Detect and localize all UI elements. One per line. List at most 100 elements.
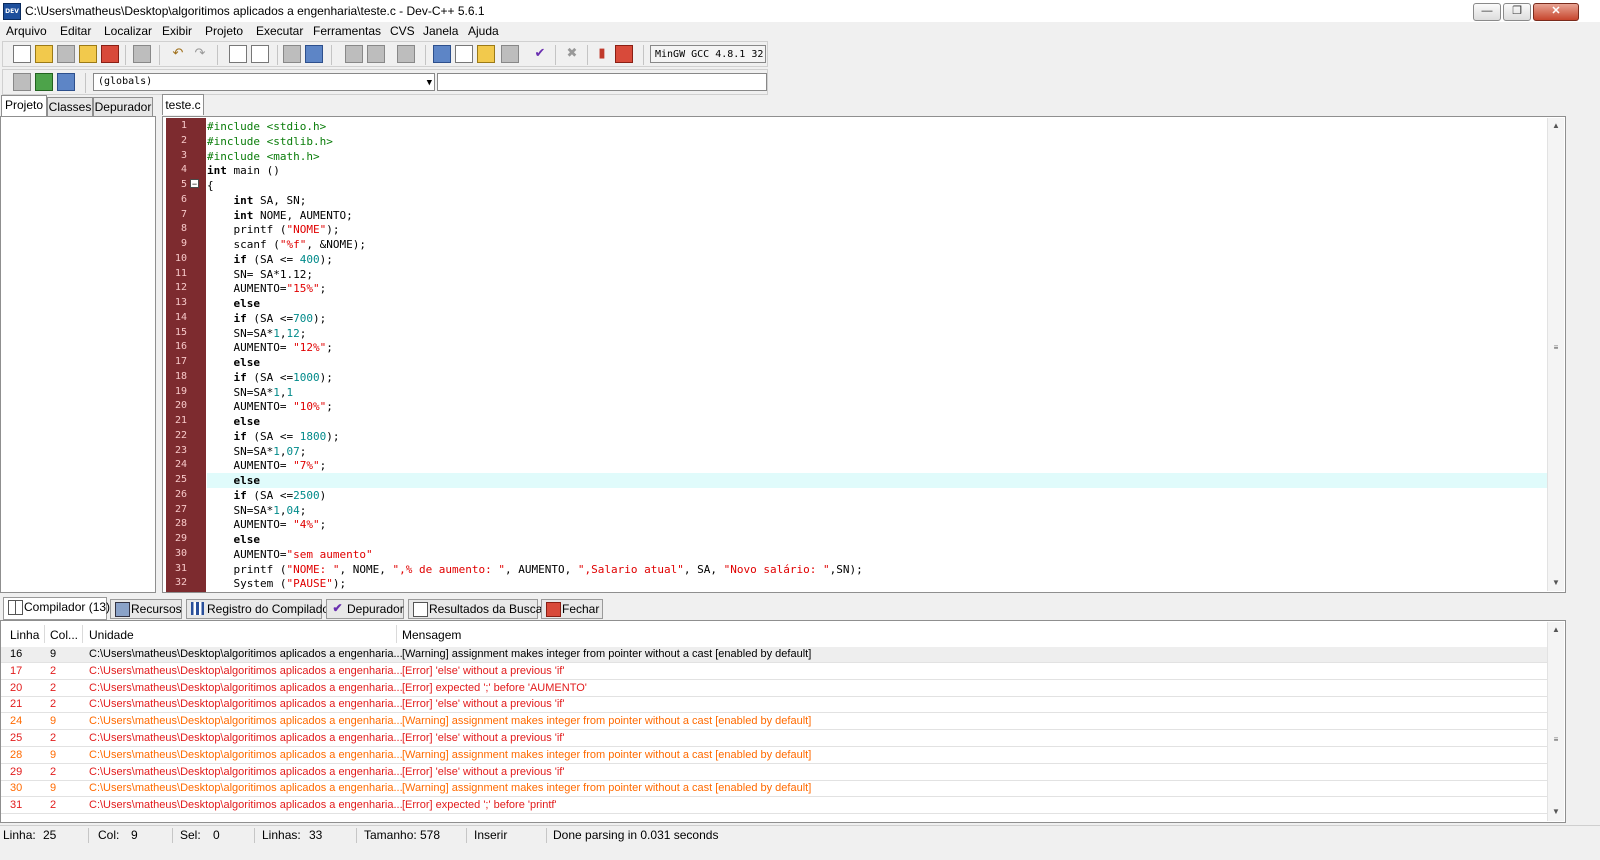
code-line[interactable]: SN= SA*1.12; (207, 267, 1547, 282)
menu-editar[interactable]: Editar (60, 24, 91, 38)
column-header-unidade[interactable]: Unidade (89, 628, 134, 642)
code-line[interactable]: int main () (207, 163, 1547, 178)
code-line[interactable]: else (207, 414, 1547, 429)
editor-scrollbar[interactable]: ▲ ≡ ▼ (1547, 118, 1564, 591)
bookmark-icon[interactable] (397, 45, 415, 63)
code-line[interactable]: AUMENTO= "10%"; (207, 399, 1547, 414)
scroll-up-icon[interactable]: ▲ (1548, 622, 1564, 638)
run-icon[interactable] (455, 45, 473, 63)
code-line[interactable]: SN=SA*1,12; (207, 326, 1547, 341)
indent-icon[interactable] (305, 45, 323, 63)
column-header-col[interactable]: Col... (50, 628, 78, 642)
chart-icon[interactable]: ▮ (593, 45, 611, 63)
code-line[interactable]: SN=SA*1,04; (207, 503, 1547, 518)
table-row[interactable]: 25 2 C:\Users\matheus\Desktop\algoritimos … (1, 731, 1549, 747)
code-text-area[interactable]: #include <stdio.h> #include <stdlib.h> #in… (207, 117, 1547, 592)
tab-fechar[interactable]: Fechar (541, 599, 603, 619)
code-line[interactable]: SN=SA*1,1 (207, 385, 1547, 400)
open-file-icon[interactable] (35, 45, 53, 63)
menu-projeto[interactable]: Projeto (205, 24, 243, 38)
code-line[interactable]: AUMENTO="sem aumento" (207, 547, 1547, 562)
back-icon[interactable] (345, 45, 363, 63)
scroll-down-icon[interactable]: ▼ (1548, 575, 1564, 591)
table-row[interactable]: 31 2 C:\Users\matheus\Desktop\algoritimos … (1, 798, 1549, 815)
fold-toggle-icon[interactable]: − (190, 179, 199, 189)
compile-run-icon[interactable] (477, 45, 495, 63)
menu-janela[interactable]: Janela (423, 24, 458, 38)
code-editor[interactable]: − 1 2 3 4 5 6 7 8 9 10 11 12 13 14 15 16 17 18 19 20 21 22 23 2… (162, 116, 1566, 593)
tab-registro-compilador[interactable]: Registro do Compilador (186, 599, 333, 619)
new-project-icon[interactable] (13, 73, 31, 91)
code-line[interactable]: int NOME, AUMENTO; (207, 208, 1547, 223)
code-line[interactable]: if (SA <=2500) (207, 488, 1547, 503)
tab-depurador-bottom[interactable]: ✔ Depurador (326, 599, 404, 619)
table-row[interactable]: 17 2 C:\Users\matheus\Desktop\algoritimos … (1, 664, 1549, 680)
code-line[interactable]: scanf ("%f", &NOME); (207, 237, 1547, 252)
scroll-thumb-icon[interactable]: ≡ (1548, 340, 1564, 356)
code-line[interactable]: else (207, 532, 1547, 547)
forward-icon[interactable] (367, 45, 385, 63)
menu-ajuda[interactable]: Ajuda (468, 24, 499, 38)
table-row[interactable]: 24 9 C:\Users\matheus\Desktop\algoritimos … (1, 714, 1549, 731)
rebuild-icon[interactable] (501, 45, 519, 63)
code-line[interactable]: AUMENTO= "12%"; (207, 340, 1547, 355)
messages-scrollbar[interactable]: ▲ ≡ ▼ (1547, 622, 1564, 821)
undo-icon[interactable]: ↶ (169, 45, 187, 63)
menu-executar[interactable]: Executar (256, 24, 303, 38)
menu-localizar[interactable]: Localizar (104, 24, 152, 38)
table-row[interactable]: 21 2 C:\Users\matheus\Desktop\algoritimos … (1, 697, 1549, 714)
print-icon[interactable] (133, 45, 151, 63)
close-file-icon[interactable] (101, 45, 119, 63)
code-line[interactable]: else (207, 355, 1547, 370)
table-row[interactable]: 20 2 C:\Users\matheus\Desktop\algoritimos … (1, 681, 1549, 697)
scroll-up-icon[interactable]: ▲ (1548, 118, 1564, 134)
project-options-icon[interactable] (57, 73, 75, 91)
code-line[interactable]: AUMENTO="15%"; (207, 281, 1547, 296)
tab-projeto[interactable]: Projeto (1, 95, 47, 117)
table-row[interactable]: 16 9 C:\Users\matheus\Desktop\algoritimos … (1, 647, 1549, 663)
replace-icon[interactable] (251, 45, 269, 63)
code-line[interactable]: if (SA <=1000); (207, 370, 1547, 385)
tab-classes[interactable]: Classes (47, 97, 93, 116)
code-line[interactable]: int SA, SN; (207, 193, 1547, 208)
redo-icon[interactable]: ↷ (191, 45, 209, 63)
member-select[interactable] (437, 73, 767, 91)
code-line[interactable]: #include <stdlib.h> (207, 134, 1547, 149)
save-icon[interactable] (57, 45, 75, 63)
menu-cvs[interactable]: CVS (390, 24, 415, 38)
column-header-linha[interactable]: Linha (10, 628, 39, 642)
find-icon[interactable] (229, 45, 247, 63)
maximize-button[interactable]: ❐ (1503, 3, 1531, 21)
menu-exibir[interactable]: Exibir (162, 24, 192, 38)
editor-tab-teste-c[interactable]: teste.c (162, 94, 204, 115)
code-line[interactable]: if (SA <=700); (207, 311, 1547, 326)
scroll-down-icon[interactable]: ▼ (1548, 804, 1564, 820)
save-all-icon[interactable] (79, 45, 97, 63)
table-row[interactable]: 28 9 C:\Users\matheus\Desktop\algoritimos … (1, 748, 1549, 764)
scope-select[interactable]: (globals) ▼ (93, 73, 435, 91)
compile-icon[interactable] (433, 45, 451, 63)
tab-resultados-busca[interactable]: Resultados da Busca (408, 599, 542, 619)
code-line[interactable]: #include <math.h> (207, 149, 1547, 164)
scroll-thumb-icon[interactable]: ≡ (1548, 732, 1564, 748)
stop-icon[interactable]: ✖ (563, 45, 581, 63)
new-file-icon[interactable] (13, 45, 31, 63)
code-line[interactable]: else (207, 296, 1547, 311)
code-line[interactable]: System ("PAUSE"); (207, 576, 1547, 591)
tab-depurador[interactable]: Depurador (93, 97, 153, 116)
check-icon[interactable]: ✔ (531, 45, 549, 63)
code-line[interactable]: #include <stdio.h> (207, 119, 1547, 134)
add-to-project-icon[interactable] (35, 73, 53, 91)
compiler-select[interactable]: MinGW GCC 4.8.1 32-bit Release (650, 45, 766, 63)
table-row[interactable]: 30 9 C:\Users\matheus\Desktop\algoritimos … (1, 781, 1549, 798)
close-window-button[interactable]: ✕ (1533, 3, 1579, 21)
compiler-messages-table[interactable]: Linha Col... Unidade Mensagem 16 9 C:\User… (0, 620, 1566, 823)
tab-recursos[interactable]: Recursos (110, 599, 182, 619)
tab-compilador[interactable]: Compilador (13) (3, 597, 110, 620)
code-line[interactable]: if (SA <= 1800); (207, 429, 1547, 444)
code-line[interactable]: { (207, 178, 1547, 193)
menu-ferramentas[interactable]: Ferramentas (313, 24, 381, 38)
table-row[interactable]: 29 2 C:\Users\matheus\Desktop\algoritimos … (1, 765, 1549, 781)
code-line[interactable]: SN=SA*1,07; (207, 444, 1547, 459)
code-line[interactable]: if (SA <= 400); (207, 252, 1547, 267)
